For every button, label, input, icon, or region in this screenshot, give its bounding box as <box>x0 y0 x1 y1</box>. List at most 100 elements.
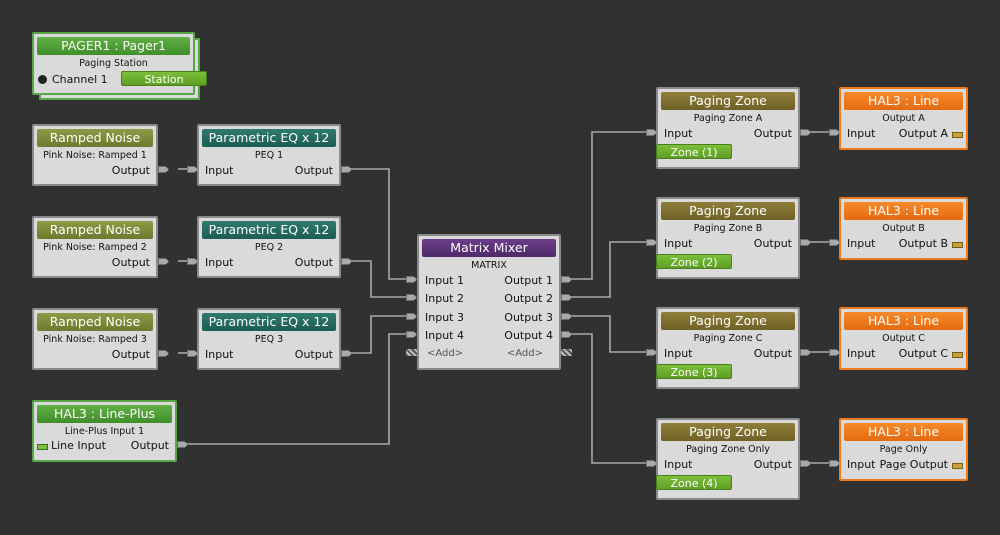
noise-output-label-2: Output <box>111 256 150 269</box>
hal-header-1[interactable]: HAL3 : Line <box>844 92 963 110</box>
matrix-input-pin-1[interactable] <box>406 276 417 283</box>
matrix-header[interactable]: Matrix Mixer <box>422 239 556 257</box>
matrix-output-label-1: Output 1 <box>504 274 553 287</box>
paging-zone-block-2[interactable]: Paging Zone Paging Zone B Input Output Z… <box>656 197 800 279</box>
peq-output-label-3: Output <box>294 348 333 361</box>
hal-header-3[interactable]: HAL3 : Line <box>844 312 963 330</box>
noise-output-label-3: Output <box>111 348 150 361</box>
matrix-add-input[interactable]: <Add> <box>427 347 463 360</box>
zone-input-label-3: Input <box>664 347 693 360</box>
zone-chip-2[interactable]: Zone (2) <box>656 254 732 269</box>
design-canvas[interactable]: PAGER1 : Pager1 Paging Station Channel 1… <box>0 0 1000 535</box>
noise-header-3[interactable]: Ramped Noise <box>37 313 153 331</box>
station-button[interactable]: Station <box>121 71 207 86</box>
hal-header-2[interactable]: HAL3 : Line <box>844 202 963 220</box>
wire-matrix-out1-zone1 <box>570 131 652 280</box>
matrix-input-label-1: Input 1 <box>425 274 464 287</box>
noise-block-1[interactable]: Ramped Noise Pink Noise: Ramped 1 Output <box>32 124 158 186</box>
zone-input-label-4: Input <box>664 458 693 471</box>
zone-input-label-2: Input <box>664 237 693 250</box>
peq-header-3[interactable]: Parametric EQ x 12 <box>202 313 336 331</box>
zone-chip-4[interactable]: Zone (4) <box>656 475 732 490</box>
wire-peq3-matrix-in3 <box>350 315 412 354</box>
wire-matrix-out2-zone2 <box>570 241 652 298</box>
peq-block-1[interactable]: Parametric EQ x 12 PEQ 1 Input Output <box>197 124 341 186</box>
matrix-output-pin-3[interactable] <box>561 313 572 320</box>
peq-output-pin-2[interactable] <box>341 258 352 265</box>
hal-subtitle-1: Output A <box>882 113 925 124</box>
zone-subtitle-1: Paging Zone A <box>693 113 763 124</box>
noise-output-pin-1[interactable] <box>158 166 169 173</box>
peq-header-2[interactable]: Parametric EQ x 12 <box>202 221 336 239</box>
matrix-input-label-4: Input 4 <box>425 329 464 342</box>
zone-chip-3[interactable]: Zone (3) <box>656 364 732 379</box>
noise-block-2[interactable]: Ramped Noise Pink Noise: Ramped 2 Output <box>32 216 158 278</box>
matrix-input-pin-3[interactable] <box>406 313 417 320</box>
noise-output-label-1: Output <box>111 164 150 177</box>
hal-output-label-2: Output B <box>898 237 948 250</box>
noise-header-1[interactable]: Ramped Noise <box>37 129 153 147</box>
peq-block-2[interactable]: Parametric EQ x 12 PEQ 2 Input Output <box>197 216 341 278</box>
matrix-input-pin-2[interactable] <box>406 294 417 301</box>
paging-zone-block-1[interactable]: Paging Zone Paging Zone A Input Output Z… <box>656 87 800 169</box>
zone-header-2[interactable]: Paging Zone <box>661 202 795 220</box>
noise-subtitle-2: Pink Noise: Ramped 2 <box>43 242 147 253</box>
hal-line-block-4[interactable]: HAL3 : Line Page Only Input Page Output <box>839 418 968 481</box>
noise-output-pin-2[interactable] <box>158 258 169 265</box>
zone-output-pin-1[interactable] <box>800 129 811 136</box>
lineplus-header[interactable]: HAL3 : Line-Plus <box>37 405 172 423</box>
matrix-output-pin-2[interactable] <box>561 294 572 301</box>
noise-subtitle-1: Pink Noise: Ramped 1 <box>43 150 147 161</box>
lineplus-block[interactable]: HAL3 : Line-Plus Line-Plus Input 1 Line … <box>32 400 177 462</box>
zone-output-label-1: Output <box>753 127 792 140</box>
hal-subtitle-4: Page Only <box>879 444 928 455</box>
zone-header-3[interactable]: Paging Zone <box>661 312 795 330</box>
pager-subtitle: Paging Station <box>79 58 148 69</box>
zone-header-4[interactable]: Paging Zone <box>661 423 795 441</box>
pager-header[interactable]: PAGER1 : Pager1 <box>37 37 190 55</box>
zone-chip-1[interactable]: Zone (1) <box>656 144 732 159</box>
pager-channel-label: Channel 1 <box>52 73 108 86</box>
hal-output-label-1: Output A <box>898 127 948 140</box>
matrix-add-output[interactable]: <Add> <box>507 347 543 360</box>
hatch-icon <box>561 349 572 356</box>
zone-header-1[interactable]: Paging Zone <box>661 92 795 110</box>
peq-block-3[interactable]: Parametric EQ x 12 PEQ 3 Input Output <box>197 308 341 370</box>
peq-subtitle-3: PEQ 3 <box>254 334 284 345</box>
matrix-subtitle: MATRIX <box>471 260 507 271</box>
noise-header-2[interactable]: Ramped Noise <box>37 221 153 239</box>
zone-output-label-3: Output <box>753 347 792 360</box>
hal-header-4[interactable]: HAL3 : Line <box>844 423 963 441</box>
hal-line-block-3[interactable]: HAL3 : Line Output C Input Output C <box>839 307 968 370</box>
hal-line-block-2[interactable]: HAL3 : Line Output B Input Output B <box>839 197 968 260</box>
matrix-output-pin-4[interactable] <box>561 331 572 338</box>
zone-output-pin-3[interactable] <box>800 349 811 356</box>
zone-input-label-1: Input <box>664 127 693 140</box>
peq-input-label-2: Input <box>205 256 234 269</box>
connector-icon <box>952 352 963 358</box>
matrix-mixer-block[interactable]: Matrix Mixer MATRIX Input 1 Input 2 Inpu… <box>417 234 561 370</box>
peq-output-pin-1[interactable] <box>341 166 352 173</box>
peq-output-pin-3[interactable] <box>341 350 352 357</box>
pager-block[interactable]: PAGER1 : Pager1 Paging Station Channel 1… <box>32 32 207 95</box>
paging-zone-block-4[interactable]: Paging Zone Paging Zone Only Input Outpu… <box>656 418 800 500</box>
wire-matrix-out4-zone4 <box>570 333 652 464</box>
matrix-input-label-2: Input 2 <box>425 292 464 305</box>
zone-output-pin-4[interactable] <box>800 460 811 467</box>
wire-peq1-matrix-in1 <box>350 168 412 280</box>
zone-output-pin-2[interactable] <box>800 239 811 246</box>
noise-output-pin-3[interactable] <box>158 350 169 357</box>
noise-block-3[interactable]: Ramped Noise Pink Noise: Ramped 3 Output <box>32 308 158 370</box>
peq-input-label-3: Input <box>205 348 234 361</box>
zone-subtitle-4: Paging Zone Only <box>686 444 770 455</box>
zone-output-label-4: Output <box>753 458 792 471</box>
wire-matrix-out3-zone3 <box>570 315 652 353</box>
matrix-input-pin-4[interactable] <box>406 331 417 338</box>
lineplus-output-pin[interactable] <box>177 441 188 448</box>
paging-zone-block-3[interactable]: Paging Zone Paging Zone C Input Output Z… <box>656 307 800 389</box>
matrix-output-pin-1[interactable] <box>561 276 572 283</box>
hal-line-block-1[interactable]: HAL3 : Line Output A Input Output A <box>839 87 968 150</box>
peq-header-1[interactable]: Parametric EQ x 12 <box>202 129 336 147</box>
peq-subtitle-1: PEQ 1 <box>254 150 284 161</box>
peq-output-label-1: Output <box>294 164 333 177</box>
